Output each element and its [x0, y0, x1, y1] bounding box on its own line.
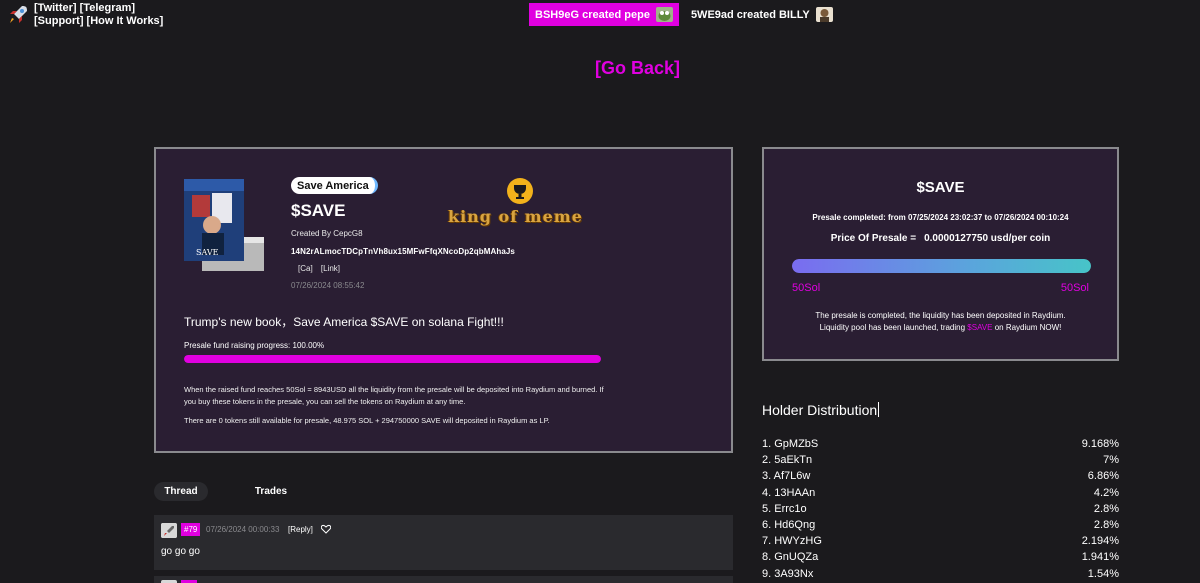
- presale-progress-bar: [184, 355, 601, 363]
- post-message: go go go: [161, 546, 200, 557]
- progress-max-label: 50Sol: [1060, 282, 1089, 294]
- holder-row: 3. Af7L6w 6.86%: [762, 468, 1119, 484]
- king-of-meme-label: king of meme: [448, 207, 583, 226]
- token-description: Trump's new book，Save America $SAVE on s…: [184, 315, 504, 329]
- note-symbol-link[interactable]: $SAVE: [967, 323, 992, 332]
- holder-name[interactable]: 3. Af7L6w: [762, 468, 810, 484]
- trophy-icon: [507, 178, 533, 204]
- holder-percent: 2.8%: [1093, 502, 1119, 515]
- support-link[interactable]: [Support]: [34, 15, 83, 27]
- remaining-info: There are 0 tokens still available for p…: [184, 416, 550, 425]
- note-text: on Raydium NOW!: [992, 323, 1062, 332]
- top-links: [Twitter] [Telegram] [Support] [How It W…: [34, 2, 163, 28]
- holder-name[interactable]: 6. Hd6Qng: [762, 517, 815, 533]
- presale-symbol: $SAVE: [916, 179, 965, 196]
- token-image: SAVE: [184, 179, 264, 271]
- liquidity-info: When the raised fund reaches 50Sol = 894…: [184, 385, 604, 406]
- progress-fill: [792, 259, 1091, 273]
- svg-text:SAVE: SAVE: [196, 248, 219, 257]
- post-timestamp: 07/26/2024 00:00:33: [206, 525, 280, 534]
- tab-thread[interactable]: Thread: [154, 482, 208, 501]
- telegram-link[interactable]: [Telegram]: [80, 2, 135, 14]
- holder-row: 4. 13HAAn 4.2%: [762, 485, 1119, 501]
- billy-avatar-icon: [815, 7, 833, 22]
- holder-row: 9. 3A93Nx 1.54%: [762, 566, 1119, 582]
- ticker-text: 5WE9ad created BILLY: [690, 8, 810, 21]
- holder-name[interactable]: 2. 5aEkTn: [762, 452, 812, 468]
- token-links: [Ca] [Link]: [298, 264, 346, 273]
- holder-name[interactable]: 8. GnUQZa: [762, 549, 818, 565]
- twitter-link[interactable]: [Twitter]: [34, 2, 77, 14]
- presale-price: Price Of Presale = 0.0000127750 usd/per c…: [764, 233, 1117, 244]
- holder-distribution-title: Holder Distribution: [762, 402, 880, 418]
- holder-list: 1. GpMZbS 9.168% 2. 5aEkTn 7% 3. Af7L6w 6.86%…: [762, 436, 1119, 582]
- note-line: Liquidity pool has been launched, tradin…: [764, 322, 1117, 334]
- holder-row: 2. 5aEkTn 7%: [762, 452, 1119, 468]
- external-link[interactable]: [Link]: [321, 264, 340, 273]
- thread-post: [154, 576, 733, 583]
- holder-row: 5. Errc1o 2.8%: [762, 501, 1119, 517]
- holder-name[interactable]: 1. GpMZbS: [762, 436, 818, 452]
- price-value: 0.0000127750 usd/per coin: [924, 233, 1051, 244]
- progress-label: Presale fund raising progress: 100.00%: [184, 341, 325, 350]
- presale-progress-bar: [792, 259, 1091, 273]
- progress-min-label: 50Sol: [792, 282, 821, 294]
- activity-ticker: BSH9eG created pepe 5WE9ad created BILLY: [529, 3, 839, 26]
- holder-percent: 9.168%: [1081, 438, 1119, 450]
- contract-address: 14N2rALmocTDCpTnVh8ux15MFwFfqXNcoDp2qbMA…: [291, 247, 515, 256]
- post-number[interactable]: #79: [181, 523, 201, 536]
- price-label: Price Of Presale =: [830, 233, 917, 244]
- holder-percent: 1.54%: [1087, 567, 1119, 580]
- note-text: Liquidity pool has been launched, tradin…: [819, 323, 968, 332]
- holder-name[interactable]: 9. 3A93Nx: [762, 566, 813, 582]
- rocket-avatar-icon: [161, 523, 177, 538]
- holder-row: 1. GpMZbS 9.168%: [762, 436, 1119, 452]
- text-caret: [878, 402, 880, 417]
- reply-button[interactable]: [Reply]: [288, 525, 313, 534]
- presale-completed-text: Presale completed: from 07/25/2024 23:02…: [812, 213, 1069, 222]
- holder-row: 8. GnUQZa 1.941%: [762, 549, 1119, 565]
- holder-name[interactable]: 5. Errc1o: [762, 501, 807, 517]
- go-back-link[interactable]: [Go Back]: [0, 58, 1200, 79]
- holder-title-text: Holder Distribution: [762, 402, 878, 418]
- progress-fill: [184, 355, 601, 363]
- holder-name[interactable]: 7. HWYzHG: [762, 533, 822, 549]
- ticker-item[interactable]: 5WE9ad created BILLY: [685, 3, 839, 26]
- holder-row: 6. Hd6Qng 2.8%: [762, 517, 1119, 533]
- note-line: The presale is completed, the liquidity …: [815, 311, 1066, 320]
- holder-row: 7. HWYzHG 2.194%: [762, 533, 1119, 549]
- creator-label: Created By CepcG8: [291, 229, 363, 238]
- pepe-avatar-icon: [655, 7, 673, 22]
- created-timestamp: 07/26/2024 08:55:42: [291, 281, 365, 290]
- ticker-text: BSH9eG created pepe: [535, 8, 650, 21]
- token-card: SAVE Save America $SAVE Created By CepcG…: [154, 147, 733, 453]
- thread-post: #79 07/26/2024 00:00:33 [Reply] go go go: [154, 515, 733, 570]
- holder-percent: 4.2%: [1093, 486, 1119, 499]
- how-it-works-link[interactable]: [How It Works]: [87, 15, 164, 27]
- holder-name[interactable]: 4. 13HAAn: [762, 485, 815, 501]
- heart-icon[interactable]: [321, 524, 331, 534]
- ca-link[interactable]: [Ca]: [298, 264, 313, 273]
- holder-percent: 6.86%: [1087, 470, 1119, 483]
- token-symbol: $SAVE: [291, 201, 346, 220]
- holder-percent: 1.941%: [1081, 551, 1119, 564]
- ticker-item[interactable]: BSH9eG created pepe: [529, 3, 679, 26]
- holder-percent: 2.194%: [1081, 535, 1119, 548]
- rocket-logo-icon[interactable]: [6, 3, 30, 27]
- token-name-badge: Save America: [291, 177, 378, 194]
- holder-percent: 7%: [1103, 454, 1119, 467]
- presale-card: $SAVE Presale completed: from 07/25/2024…: [762, 147, 1119, 361]
- presale-note: The presale is completed, the liquidity …: [764, 310, 1117, 334]
- tab-trades[interactable]: Trades: [240, 482, 302, 501]
- holder-percent: 2.8%: [1093, 518, 1119, 531]
